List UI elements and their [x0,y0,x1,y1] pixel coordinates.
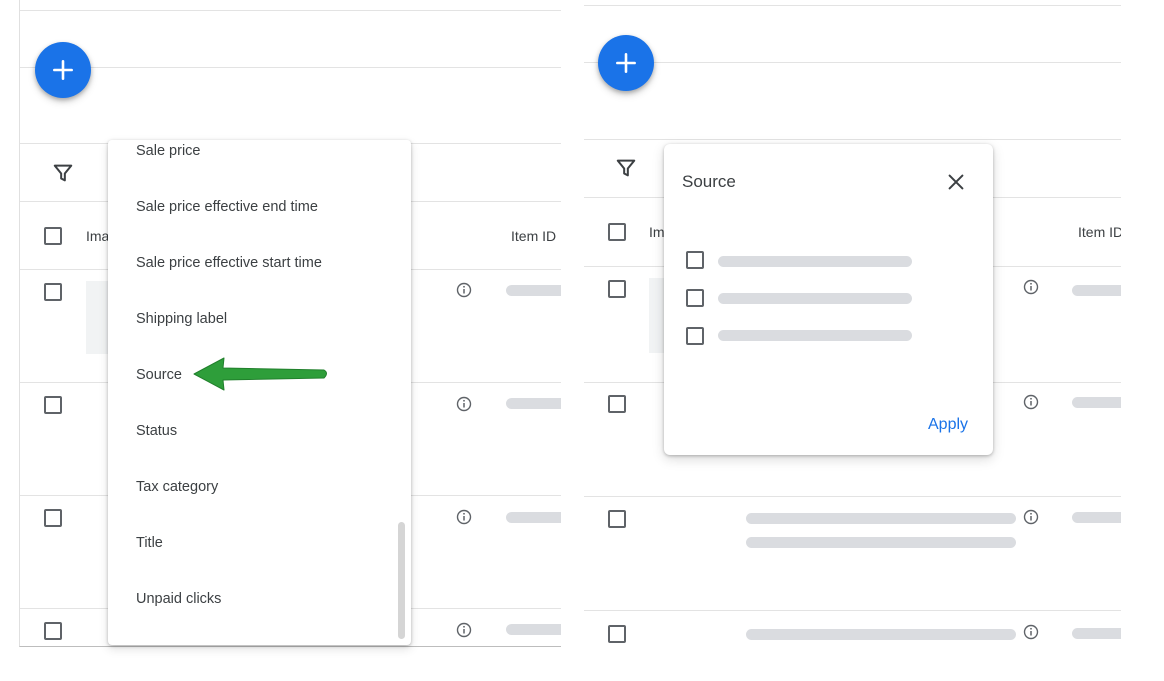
row-checkbox[interactable] [44,622,62,640]
divider [584,610,1121,611]
menu-item-sale-price[interactable]: Sale price [136,143,200,159]
item-id-placeholder [506,512,561,523]
apply-button[interactable]: Apply [928,416,968,434]
info-icon[interactable] [1023,509,1039,525]
menu-item-shipping-label[interactable]: Shipping label [136,311,227,327]
image-column-header: Im [649,224,665,240]
row-checkbox[interactable] [44,509,62,527]
info-icon[interactable] [456,622,472,638]
info-icon[interactable] [456,396,472,412]
title-placeholder [746,629,1016,640]
close-icon[interactable] [945,171,967,193]
item-id-column-header: Item ID [1078,224,1121,240]
source-option-checkbox[interactable] [686,251,704,269]
source-filter-dialog: Source Apply [664,144,993,455]
row-checkbox[interactable] [608,280,626,298]
divider [20,10,561,11]
item-id-placeholder [506,398,561,409]
item-id-placeholder [1072,628,1121,639]
menu-scrollbar[interactable] [398,522,405,639]
source-option-checkbox[interactable] [686,289,704,307]
plus-icon [616,53,636,73]
row-checkbox[interactable] [44,283,62,301]
item-id-column-header: Item ID [511,228,557,244]
divider [20,67,561,68]
select-all-checkbox[interactable] [44,227,62,245]
row-checkbox[interactable] [44,396,62,414]
plus-icon [53,60,73,80]
add-button[interactable] [598,35,654,91]
menu-item-sale-price-effective-start-time[interactable]: Sale price effective start time [136,255,322,271]
menu-item-sale-price-effective-end-time[interactable]: Sale price effective end time [136,199,318,215]
row-checkbox[interactable] [608,395,626,413]
info-icon[interactable] [1023,394,1039,410]
item-id-placeholder [506,624,561,635]
title-placeholder [746,537,1016,548]
item-id-placeholder [1072,397,1121,408]
divider [584,496,1121,497]
source-option-label-placeholder [718,293,912,304]
dialog-title: Source [682,172,736,191]
item-id-placeholder [506,285,561,296]
row-checkbox[interactable] [608,625,626,643]
menu-item-unpaid-clicks[interactable]: Unpaid clicks [136,591,221,607]
divider [584,5,1121,6]
divider [584,62,1121,63]
menu-item-status[interactable]: Status [136,423,177,439]
row-checkbox[interactable] [608,510,626,528]
filter-funnel-icon[interactable] [52,162,74,184]
source-option-checkbox[interactable] [686,327,704,345]
menu-item-source[interactable]: Source [136,367,182,383]
title-placeholder [746,513,1016,524]
menu-item-title[interactable]: Title [136,535,163,551]
image-column-header: Ima [86,228,110,244]
info-icon[interactable] [456,509,472,525]
info-icon[interactable] [1023,624,1039,640]
info-icon[interactable] [1023,279,1039,295]
item-id-placeholder [1072,285,1121,296]
add-button[interactable] [35,42,91,98]
divider [584,139,1121,140]
source-option-label-placeholder [718,330,912,341]
green-arrow-icon [193,357,327,391]
info-icon[interactable] [456,282,472,298]
source-option-label-placeholder [718,256,912,267]
item-id-placeholder [1072,512,1121,523]
menu-item-tax-category[interactable]: Tax category [136,479,218,495]
filter-funnel-icon[interactable] [615,157,637,179]
select-all-checkbox[interactable] [608,223,626,241]
